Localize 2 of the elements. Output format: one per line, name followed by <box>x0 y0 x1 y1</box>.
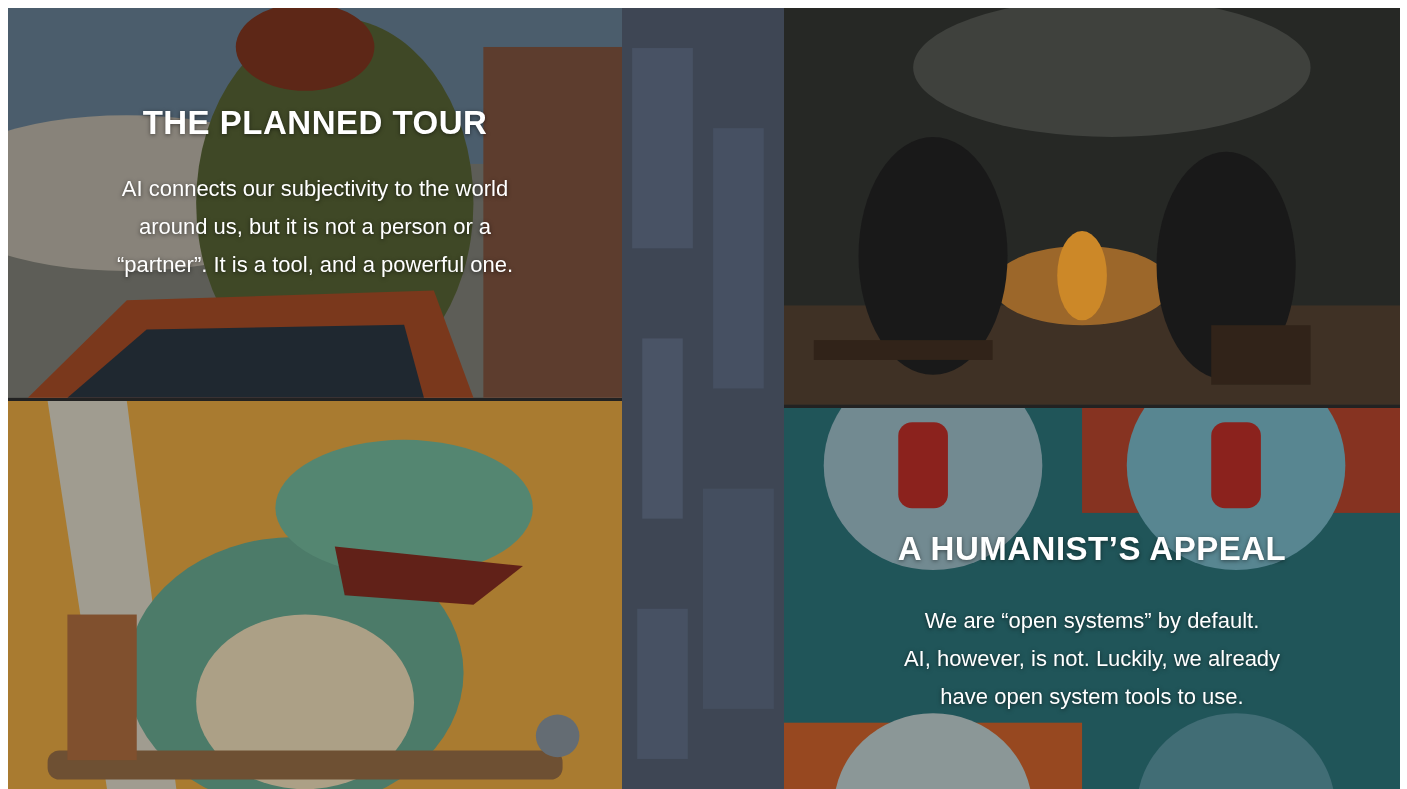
slide-text: We are “open systems” by default. AI, however, is not. Luckily, we already have open system tools to use. <box>902 606 1282 711</box>
slide-heading: A HUMANIST’S APPEAL <box>897 529 1287 568</box>
